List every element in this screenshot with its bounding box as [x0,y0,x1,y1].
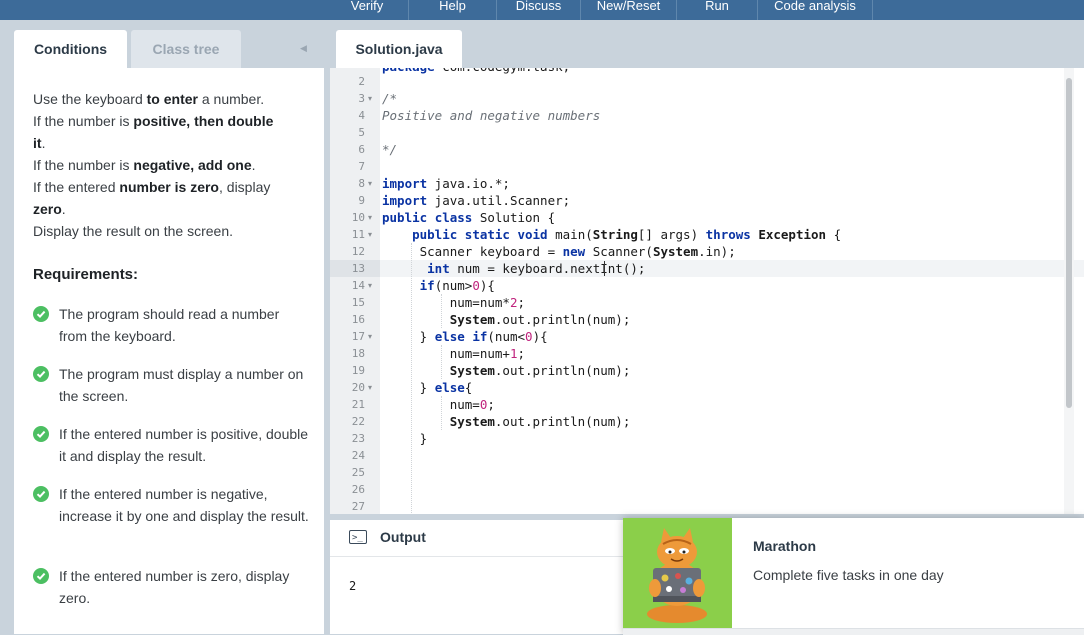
marathon-cat-image [623,518,732,628]
line-number: 2 [358,75,365,88]
code-line: Scanner keyboard = new Scanner(System.in… [382,244,736,259]
code-line: } else{ [382,380,473,395]
output-title: Output [380,529,426,545]
fold-toggle-icon[interactable]: ▾ [368,90,372,107]
code-line: */ [382,142,398,157]
line-number: 17 [351,330,365,343]
code-line: System.out.println(num); [449,363,631,378]
line-number: 20 [351,381,365,394]
indent-guide [441,345,442,379]
line-number: 3 [358,92,365,105]
verify-button[interactable]: Verify [326,0,408,20]
line-number: 9 [358,194,365,207]
requirement-text: The program must display a number on the… [59,366,304,404]
line-number: 26 [351,483,365,496]
line-number: 25 [351,466,365,479]
indent-guide [411,243,412,513]
code-line: /* [382,91,398,106]
tab-conditions[interactable]: Conditions [14,30,127,68]
condition-line: If the number is negative, add one. [33,157,256,173]
condition-line: it. [33,135,46,151]
requirement-text: If the entered number is positive, doubl… [59,426,309,464]
code-line: System.out.println(num); [449,312,631,327]
popup-title: Marathon [753,538,816,554]
line-number: 16 [351,313,365,326]
requirement-text: If the entered number is negative, incre… [59,486,309,524]
line-number: 11 [351,228,365,241]
line-number: 10 [351,211,365,224]
fold-toggle-icon[interactable]: ▾ [368,328,372,345]
discuss-button[interactable]: Discuss [497,0,580,20]
code-line: public class Solution { [382,210,556,225]
line-number: 21 [351,398,365,411]
condition-line: If the number is positive, then double [33,113,274,129]
code-line: import java.util.Scanner; [382,193,571,208]
code-editor[interactable]: 2 3 ▾ 4 5 6 7 8 ▾ 9 10 ▾ 11 ▾ 12 13 14 ▾ 15 16 17 ▾ 18 19 20 ▾ 21 2… [330,68,1084,514]
toolbar-divider [872,0,873,20]
code-line: } [382,431,428,446]
condition-line: If the entered number is zero, display [33,179,271,195]
line-number: 19 [351,364,365,377]
line-number: 27 [351,500,365,513]
requirement-text: If the entered number is zero, display z… [59,568,290,606]
line-number: 12 [351,245,365,258]
condition-line: Display the result on the screen. [33,223,233,239]
code-line: package com.codegym.task; [382,68,570,75]
new-reset-button[interactable]: New/Reset [581,0,676,20]
conditions-panel: Use the keyboard to enter a number. If t… [14,68,324,634]
code-line: } else if(num<0){ [382,329,548,344]
condition-line: zero. [33,201,66,217]
code-line: public static void main(String[] args) t… [412,227,842,242]
collapse-left-icon[interactable]: ◀ [300,43,307,54]
check-icon [33,426,49,442]
editor-scrollbar-thumb[interactable] [1066,78,1072,408]
run-button[interactable]: Run [677,0,757,20]
line-number: 18 [351,347,365,360]
check-icon [33,568,49,584]
terminal-icon: >_ [349,530,367,544]
code-line: System.out.println(num); [449,414,631,429]
check-icon [33,366,49,382]
requirements-title: Requirements: [33,266,139,283]
help-button[interactable]: Help [409,0,496,20]
line-number: 14 [351,279,365,292]
indent-guide [441,294,442,328]
tab-solution-java[interactable]: Solution.java [336,30,462,68]
left-panel: Conditions Class tree ◀ Use the keyboard… [0,20,324,634]
requirement-text: The program should read a number from th… [59,306,280,344]
line-number: 5 [358,126,365,139]
line-number: 6 [358,143,365,156]
code-line: num=num*2; [382,295,525,310]
fold-toggle-icon[interactable]: ▾ [368,209,372,226]
output-text: 2 [349,579,357,593]
line-number: 8 [358,177,365,190]
line-number: 24 [351,449,365,462]
indent-guide [441,396,442,430]
code-line: int num = keyboard.nextInt(); [427,261,646,276]
fold-toggle-icon[interactable]: ▾ [368,379,372,396]
text-caret [604,261,605,276]
line-number: 13 [351,262,365,275]
condition-line: Use the keyboard to enter a number. [33,91,265,107]
fold-toggle-icon[interactable]: ▾ [368,277,372,294]
line-number: 7 [358,160,365,173]
line-number: 4 [358,109,365,122]
code-line: Positive and negative numbers [382,108,601,123]
code-line: num=0; [382,397,495,412]
top-toolbar: Verify Help Discuss New/Reset Run Code a… [0,0,1084,20]
code-line: import java.io.*; [382,176,510,191]
check-icon [33,306,49,322]
line-number: 22 [351,415,365,428]
fold-toggle-icon[interactable]: ▾ [368,226,372,243]
code-line: num=num+1; [382,346,525,361]
achievement-popup[interactable]: Marathon Complete five tasks in one day [623,518,1084,635]
tab-class-tree[interactable]: Class tree [131,30,241,68]
fold-toggle-icon[interactable]: ▾ [368,175,372,192]
line-number: 23 [351,432,365,445]
check-icon [33,486,49,502]
code-analysis-button[interactable]: Code analysis [758,0,872,20]
line-number: 15 [351,296,365,309]
popup-description: Complete five tasks in one day [753,567,944,583]
code-line: if(num>0){ [419,278,495,293]
